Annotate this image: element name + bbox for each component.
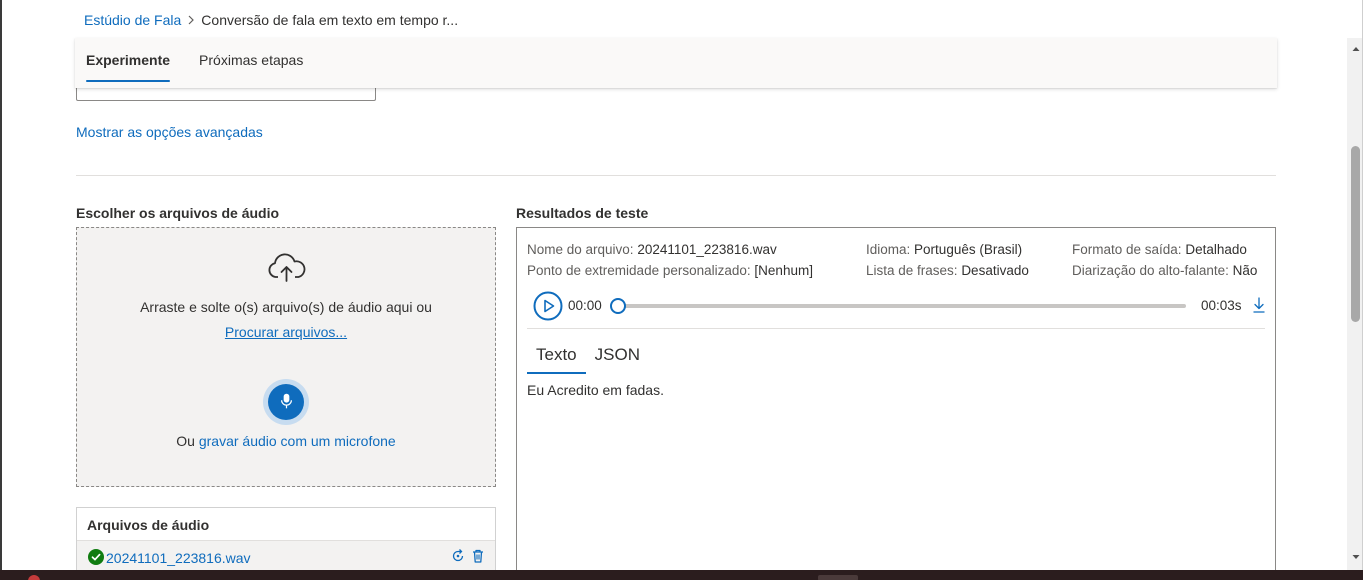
phrase-list-value: Desativado — [961, 263, 1029, 278]
audio-player: 00:00 00:03s — [533, 291, 1268, 321]
audio-file-name[interactable]: 20241101_223816.wav — [106, 550, 251, 566]
test-results-title: Resultados de teste — [516, 205, 649, 221]
endpoint-value: [Nenhum] — [754, 263, 813, 278]
taskbar-item[interactable] — [818, 575, 858, 580]
language-label: Idioma: — [866, 242, 911, 257]
drop-instructions: Arraste e solte o(s) arquivo(s) de áudio… — [140, 299, 432, 315]
list-item[interactable]: 20241101_223816.wav — [77, 540, 495, 570]
test-results-panel: Nome do arquivo: 20241101_223816.wav Idi… — [516, 227, 1276, 577]
language-value: Português (Brasil) — [914, 242, 1023, 257]
phrase-list-label: Lista de frases: — [866, 263, 958, 278]
browse-files-link[interactable]: Procurar arquivos... — [77, 324, 495, 340]
browser-window: Estúdio de Fala Conversão de fala em tex… — [0, 0, 1363, 580]
tab-json-label: JSON — [594, 345, 640, 364]
audio-dropzone[interactable]: Arraste e solte o(s) arquivo(s) de áudio… — [76, 227, 496, 487]
rerun-icon[interactable] — [450, 548, 466, 564]
tab-json[interactable]: JSON — [586, 336, 649, 374]
endpoint-label: Ponto de extremidade personalizado: — [527, 263, 751, 278]
result-tab-bar: Texto JSON — [527, 336, 649, 374]
file-name-label: Nome do arquivo: — [527, 242, 634, 257]
scroll-up-arrow-icon[interactable] — [1351, 42, 1361, 52]
duration: 00:03s — [1201, 298, 1242, 313]
seek-thumb[interactable] — [610, 298, 626, 314]
output-format-meta: Formato de saída: Detalhado — [1072, 242, 1247, 257]
audio-files-title: Arquivos de áudio — [87, 517, 210, 533]
diarization-meta: Diarização do alto-falante: Não — [1072, 263, 1257, 278]
record-audio-link[interactable]: gravar áudio com um microfone — [199, 433, 396, 449]
seek-track[interactable] — [617, 304, 1186, 308]
diarization-value: Não — [1232, 263, 1258, 278]
tab-experimente[interactable]: Experimente — [86, 38, 171, 82]
play-icon[interactable] — [533, 291, 563, 321]
tab-experimente-label: Experimente — [86, 52, 171, 68]
endpoint-meta: Ponto de extremidade personalizado: [Nen… — [527, 263, 813, 278]
current-time: 00:00 — [568, 298, 602, 313]
language-meta: Idioma: Português (Brasil) — [866, 242, 1022, 257]
tab-texto[interactable]: Texto — [527, 336, 586, 374]
tab-proximas-etapas-label: Próximas etapas — [199, 52, 304, 68]
cloud-upload-icon — [267, 252, 307, 284]
scroll-down-arrow-icon[interactable] — [1351, 550, 1361, 560]
diarization-label: Diarização do alto-falante: — [1072, 263, 1229, 278]
download-icon[interactable] — [1251, 296, 1267, 314]
record-audio-line: Ou gravar áudio com um microfone — [77, 433, 495, 449]
choose-audio-files-title: Escolher os arquivos de áudio — [76, 205, 280, 221]
tab-texto-label: Texto — [536, 345, 577, 364]
check-circle-icon — [88, 549, 104, 565]
show-advanced-options-link[interactable]: Mostrar as opções avançadas — [76, 124, 263, 140]
microphone-icon — [280, 392, 293, 413]
audio-files-panel: Arquivos de áudio 20241101_223816.wav — [76, 507, 496, 577]
taskbar-app-icon[interactable] — [28, 575, 40, 580]
chevron-right-icon — [181, 15, 201, 25]
breadcrumb-root-link[interactable]: Estúdio de Fala — [84, 12, 181, 28]
record-microphone-button[interactable] — [263, 379, 309, 425]
mic-button-inner — [268, 384, 304, 420]
page-scrollbar[interactable] — [1347, 38, 1362, 570]
file-name-meta: Nome do arquivo: 20241101_223816.wav — [527, 242, 777, 257]
record-prefix: Ou — [176, 433, 195, 449]
trash-icon[interactable] — [470, 548, 486, 564]
breadcrumb-current: Conversão de fala em texto em tempo r... — [201, 12, 459, 28]
transcript-text: Eu Acredito em fadas. — [527, 382, 664, 398]
player-divider — [527, 328, 1265, 329]
breadcrumb: Estúdio de Fala Conversão de fala em tex… — [84, 10, 458, 30]
phrase-list-meta: Lista de frases: Desativado — [866, 263, 1029, 278]
output-format-value: Detalhado — [1185, 242, 1247, 257]
scroll-thumb[interactable] — [1351, 146, 1360, 322]
tab-proximas-etapas[interactable]: Próximas etapas — [199, 38, 303, 82]
section-divider — [76, 175, 1276, 176]
page-tab-bar: Experimente Próximas etapas — [75, 38, 1277, 88]
taskbar — [0, 570, 1363, 580]
output-format-label: Formato de saída: — [1072, 242, 1182, 257]
file-name-value: 20241101_223816.wav — [637, 242, 777, 257]
